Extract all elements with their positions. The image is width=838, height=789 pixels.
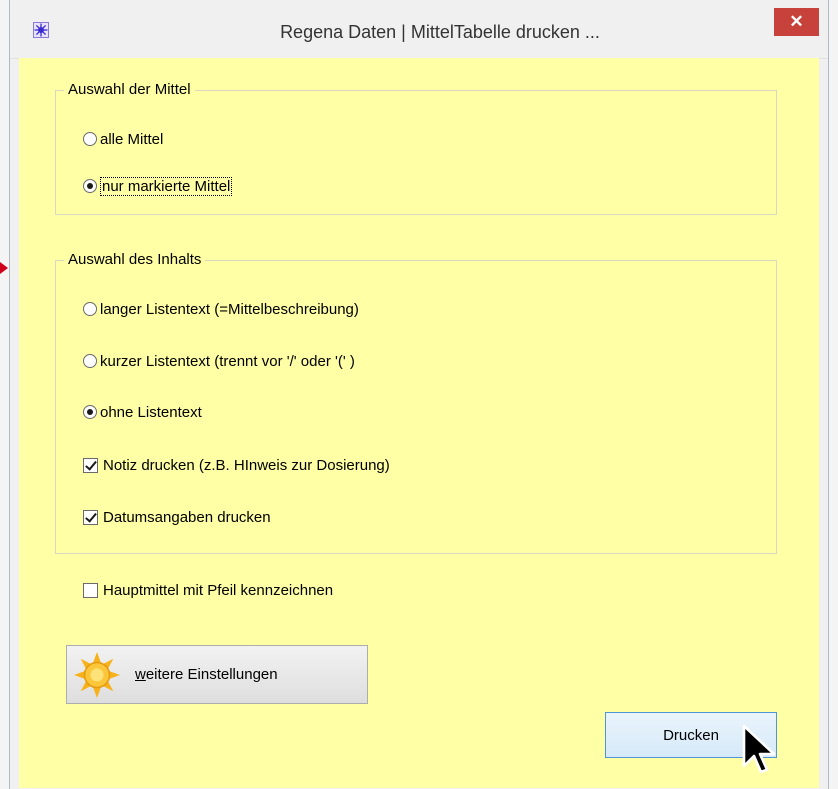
- checkbox-notiz-drucken-label: Notiz drucken (z.B. HInweis zur Dosierun…: [103, 456, 390, 474]
- mouse-pointer-icon: [742, 724, 776, 774]
- print-dialog-window: Regena Daten | MittelTabelle drucken ...…: [9, 0, 829, 789]
- red-arrow-marker-icon: [0, 262, 8, 274]
- mnemonic-w: w: [135, 666, 146, 683]
- close-icon: ✕: [789, 12, 804, 31]
- weitere-einstellungen-button[interactable]: weitere Einstellungen: [66, 645, 368, 704]
- title-bar[interactable]: Regena Daten | MittelTabelle drucken ...…: [10, 0, 828, 59]
- weitere-einstellungen-label-rest: eitere Einstellungen: [145, 666, 278, 683]
- checkbox-notiz-drucken[interactable]: Notiz drucken (z.B. HInweis zur Dosierun…: [83, 454, 390, 476]
- checkbox-hauptmittel-pfeil-label: Hauptmittel mit Pfeil kennzeichnen: [103, 581, 334, 599]
- checkbox-checked-icon[interactable]: [83, 457, 98, 473]
- sun-gear-icon: [74, 651, 120, 698]
- radio-langer-listentext-label: langer Listentext (=Mittelbeschreibung): [100, 300, 359, 318]
- close-button[interactable]: ✕: [774, 8, 819, 36]
- group-auswahl-mittel-title: Auswahl der Mittel: [64, 81, 195, 98]
- radio-ohne-listentext[interactable]: ohne Listentext: [83, 401, 202, 423]
- app-icon: [33, 22, 49, 38]
- window-title: Regena Daten | MittelTabelle drucken ...: [280, 22, 600, 42]
- radio-alle-mittel[interactable]: alle Mittel: [83, 128, 163, 150]
- radio-ohne-listentext-label: ohne Listentext: [100, 403, 202, 421]
- radio-alle-mittel-label: alle Mittel: [100, 130, 164, 148]
- radio-langer-listentext[interactable]: langer Listentext (=Mittelbeschreibung): [83, 298, 359, 320]
- radio-button-icon[interactable]: [83, 302, 97, 316]
- radio-nur-markierte-mittel-label: nur markierte Mittel: [100, 176, 233, 196]
- dialog-client-area: Auswahl der Mittel alle Mittel nur marki…: [19, 58, 819, 788]
- weitere-einstellungen-label: weitere Einstellungen: [135, 666, 278, 683]
- checkbox-datumsangaben[interactable]: Datumsangaben drucken: [83, 506, 271, 528]
- radio-nur-markierte-mittel[interactable]: nur markierte Mittel: [83, 175, 233, 197]
- radio-kurzer-listentext[interactable]: kurzer Listentext (trennt vor '/' oder '…: [83, 350, 355, 372]
- radio-button-selected-icon[interactable]: [83, 405, 97, 419]
- checkbox-unchecked-icon[interactable]: [83, 582, 98, 598]
- checkbox-hauptmittel-pfeil[interactable]: Hauptmittel mit Pfeil kennzeichnen: [83, 579, 333, 601]
- group-auswahl-inhalt-title: Auswahl des Inhalts: [64, 251, 206, 268]
- checkbox-datumsangaben-label: Datumsangaben drucken: [103, 508, 271, 526]
- checkbox-checked-icon[interactable]: [83, 509, 98, 525]
- radio-kurzer-listentext-label: kurzer Listentext (trennt vor '/' oder '…: [100, 352, 355, 370]
- radio-button-icon[interactable]: [83, 132, 97, 146]
- radio-button-selected-icon[interactable]: [83, 179, 97, 193]
- radio-button-icon[interactable]: [83, 354, 97, 368]
